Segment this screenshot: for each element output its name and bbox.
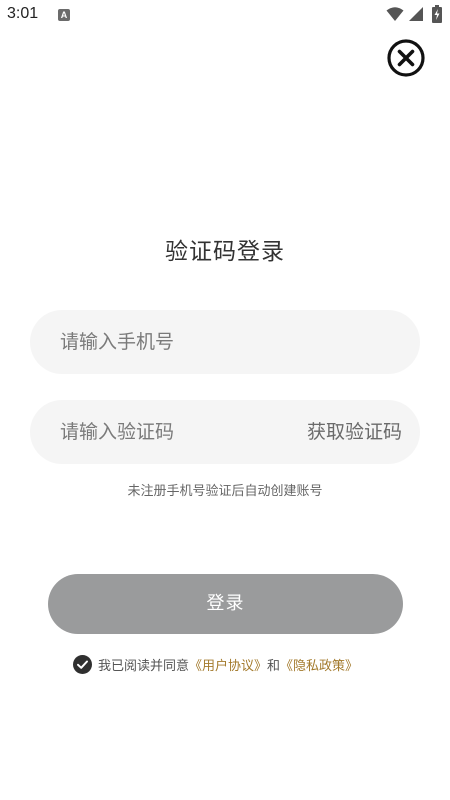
close-icon[interactable] (386, 38, 426, 78)
login-button[interactable]: 登录 (48, 574, 403, 634)
battery-charging-icon (432, 5, 442, 23)
agreement-conjunction: 和 (267, 658, 281, 674)
auto-register-hint: 未注册手机号验证后自动创建账号 (127, 484, 323, 499)
get-code-button[interactable]: 获取验证码 (307, 400, 402, 464)
user-agreement-link[interactable]: 《用户协议》 (189, 655, 267, 674)
page-title: 验证码登录 (165, 239, 285, 265)
privacy-policy-link[interactable]: 《隐私政策》 (280, 655, 358, 674)
phone-input[interactable] (60, 310, 400, 374)
status-time: 3:01 (7, 5, 39, 22)
notification-a-icon: A (58, 9, 70, 21)
phone-field (30, 310, 420, 374)
code-field: 获取验证码 (30, 400, 420, 464)
login-screen: 3:01 A 验证码登录 获取验证码 未注册手机号验证后自动创建账号 登录 (0, 0, 450, 800)
status-bar: 3:01 A (0, 0, 450, 32)
check-circle-icon[interactable] (73, 654, 92, 674)
agreement-prefix: 我已阅读并同意 (98, 658, 190, 674)
signal-icon (409, 7, 423, 21)
code-input[interactable] (60, 400, 280, 464)
wifi-icon (386, 7, 404, 21)
agreement-row: 我已阅读并同意 《用户协议》 和 《隐私政策》 (73, 654, 358, 674)
